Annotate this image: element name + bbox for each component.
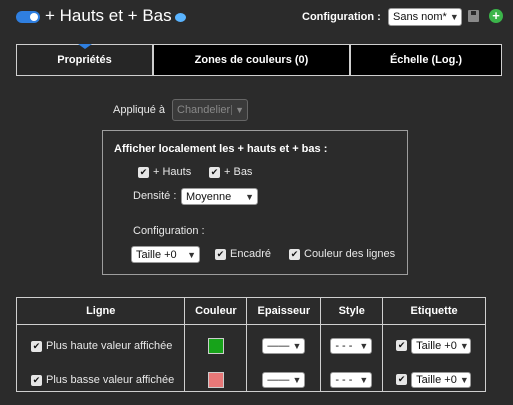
- plus-basse-etiquette: ✔: [396, 374, 408, 385]
- indicator-toggle[interactable]: [16, 11, 40, 23]
- style-value: - - -: [335, 374, 353, 386]
- chevron-down-icon: ▼: [187, 249, 196, 260]
- tab-proprietes-label: Propriétés: [57, 54, 112, 66]
- taille-select-value: Taille +0: [136, 248, 177, 261]
- chevron-down-icon: ▼: [359, 341, 369, 351]
- plus-basse-color-swatch[interactable]: [208, 372, 225, 388]
- plus-basse-style-select[interactable]: - - - ▼: [330, 372, 373, 388]
- encadre-label: Encadré: [230, 248, 271, 260]
- configuration-select[interactable]: Sans nom* ▼: [388, 8, 462, 26]
- plus-haute-checkbox[interactable]: ✔: [31, 340, 42, 352]
- epaisseur-cell: —— ▼ —— ▼: [246, 324, 322, 392]
- densite-select[interactable]: Moyenne ▼: [181, 188, 258, 205]
- etiquette-cell: ✔ Taille +0 ▼ ✔ Taille +0 ▼: [382, 324, 486, 392]
- configuration-sub-label: Configuration :: [133, 225, 205, 237]
- couleur-lignes-checkbox[interactable]: ✔: [289, 249, 300, 260]
- applique-label: Appliqué à: [113, 104, 165, 116]
- configuration-select-value: Sans nom*: [393, 11, 447, 23]
- plus-haute-epaisseur-select[interactable]: —— ▼: [262, 338, 306, 354]
- densite-label: Densité :: [133, 190, 177, 202]
- etiquette-value: Taille +0: [416, 374, 457, 386]
- toggle-knob: [30, 13, 38, 21]
- save-icon[interactable]: [468, 10, 479, 22]
- plus-basse-label: Plus basse valeur affichée: [46, 374, 175, 386]
- tab-zones-couleurs[interactable]: Zones de couleurs (0): [153, 44, 350, 75]
- applique-select: Chandelier ▼: [172, 99, 248, 121]
- table-header-row: Ligne Couleur Epaisseur Style Etiquette: [15, 297, 486, 325]
- column-header-ligne: Ligne: [15, 297, 186, 325]
- tab-echelle[interactable]: Échelle (Log.): [350, 44, 502, 75]
- plus-haute-etiquette-select[interactable]: Taille +0 ▼: [411, 338, 472, 354]
- applique-select-value: Chandelier: [177, 104, 231, 116]
- local-display-title: Afficher localement les + hauts et + bas…: [114, 143, 328, 155]
- tab-proprietes[interactable]: Propriétés: [16, 44, 153, 75]
- plus-basse-epaisseur-select[interactable]: —— ▼: [262, 372, 306, 388]
- column-header-etiquette: Etiquette: [382, 297, 486, 325]
- add-icon[interactable]: +: [489, 9, 503, 23]
- densite-select-value: Moyenne: [186, 190, 232, 203]
- tab-echelle-label: Échelle (Log.): [389, 54, 463, 66]
- tab-divider: [16, 75, 502, 76]
- chevron-down-icon: ▼: [292, 375, 302, 385]
- indicator-title: + Hauts et + Bas: [45, 6, 172, 25]
- plus-basse-checkbox[interactable]: ✔: [31, 374, 42, 386]
- chevron-down-icon: ▼: [231, 105, 247, 115]
- chevron-down-icon: ▼: [359, 375, 369, 385]
- taille-select[interactable]: Taille +0 ▼: [131, 246, 200, 263]
- tab-zones-couleurs-label: Zones de couleurs (0): [194, 54, 309, 66]
- table-body-row: ✔ Plus haute valeur affichée ✔ Plus bass…: [15, 324, 486, 392]
- epaisseur-value: ——: [267, 340, 290, 352]
- list-item: ✔ Plus haute valeur affichée: [31, 340, 172, 352]
- chevron-down-icon: ▼: [449, 12, 459, 22]
- chevron-down-icon: ▼: [459, 375, 469, 385]
- hauts-checkbox[interactable]: ✔: [138, 167, 149, 178]
- hauts-label: + Hauts: [153, 166, 192, 178]
- plus-haute-etiquette: ✔: [396, 340, 408, 351]
- plus-haute-style-select[interactable]: - - - ▼: [330, 338, 373, 354]
- bas-label: + Bas: [224, 166, 253, 178]
- plus-basse-etiquette-checkbox[interactable]: ✔: [396, 374, 408, 385]
- column-header-style: Style: [320, 297, 384, 325]
- plus-haute-label: Plus haute valeur affichée: [46, 340, 173, 352]
- etiquette-value: Taille +0: [416, 340, 457, 352]
- chevron-down-icon: ▼: [245, 191, 254, 202]
- lines-table: Ligne Couleur Epaisseur Style Etiquette …: [15, 297, 486, 392]
- epaisseur-value: ——: [267, 374, 290, 386]
- list-item: ✔ Plus basse valeur affichée: [31, 374, 174, 386]
- configuration-label: Configuration :: [302, 11, 381, 23]
- chevron-down-icon: ▼: [459, 341, 469, 351]
- ligne-cell: ✔ Plus haute valeur affichée ✔ Plus bass…: [15, 324, 186, 392]
- plus-basse-etiquette-select[interactable]: Taille +0 ▼: [411, 372, 472, 388]
- bas-checkbox[interactable]: ✔: [209, 167, 220, 178]
- couleur-lignes-label: Couleur des lignes: [304, 248, 396, 260]
- couleur-cell: [184, 324, 248, 392]
- encadre-checkbox[interactable]: ✔: [215, 249, 226, 260]
- column-header-couleur: Couleur: [184, 297, 248, 325]
- style-value: - - -: [335, 340, 353, 352]
- plus-haute-color-swatch[interactable]: [208, 338, 225, 354]
- info-bubble-icon[interactable]: [175, 13, 186, 22]
- chevron-down-icon: ▼: [292, 341, 302, 351]
- style-cell: - - - ▼ - - - ▼: [320, 324, 384, 392]
- column-header-epaisseur: Epaisseur: [246, 297, 322, 325]
- plus-haute-etiquette-checkbox[interactable]: ✔: [396, 340, 408, 351]
